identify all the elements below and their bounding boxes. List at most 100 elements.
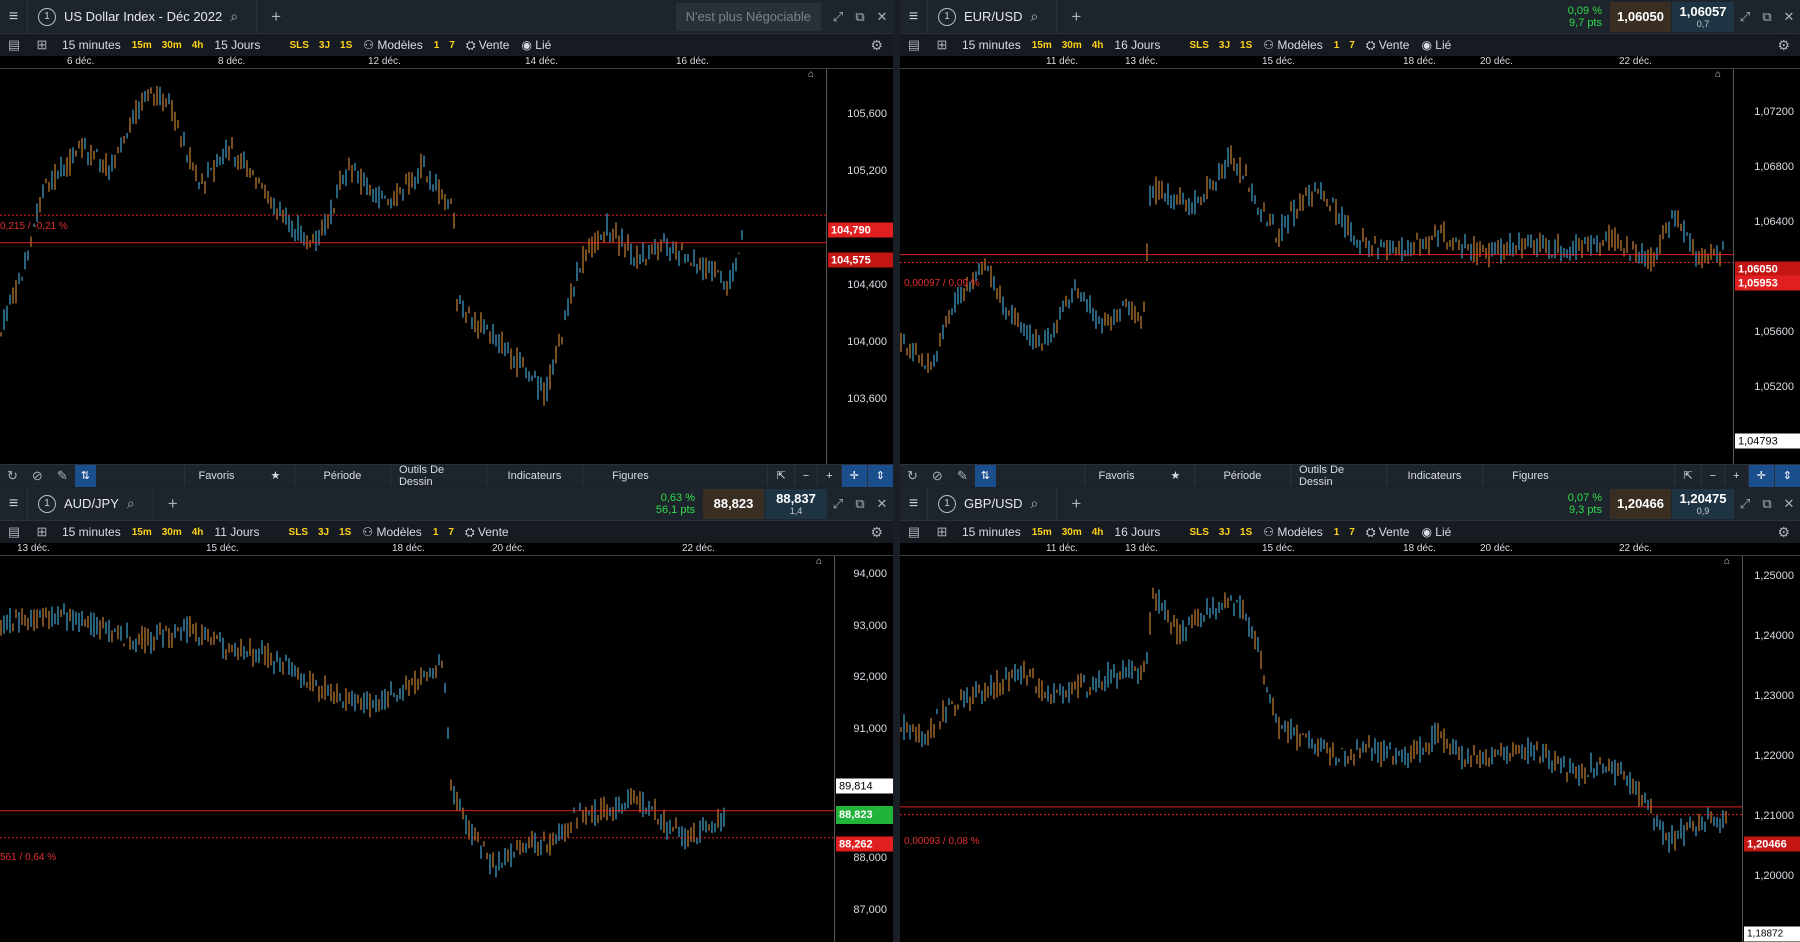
refresh-icon[interactable]: ↻ [0, 468, 25, 484]
sell-tool-button[interactable]: ⛭ Vente [460, 34, 516, 56]
popout-icon[interactable]: ⧉ [849, 9, 871, 25]
count-7[interactable]: 7 [444, 40, 460, 51]
crosshair-icon[interactable]: ✛ [840, 464, 867, 487]
fit-icon[interactable]: ⇕ [1773, 464, 1800, 487]
period-select[interactable]: 11 Jours [208, 521, 265, 543]
count-1[interactable]: 1 [429, 40, 445, 51]
close-icon[interactable]: ✕ [871, 9, 893, 25]
zoom-out-icon[interactable]: − [1700, 464, 1724, 487]
gear-icon[interactable]: ⚙ [860, 524, 893, 541]
quick-3j[interactable]: 3J [1214, 40, 1235, 51]
indicators-button[interactable]: Indicateurs [1385, 464, 1482, 487]
tf-15m[interactable]: 15m [1027, 527, 1057, 538]
grid-icon[interactable]: ⊞ [28, 37, 56, 53]
home-icon[interactable]: ⌂ [1715, 69, 1725, 80]
hide-icon[interactable]: ⊘ [925, 468, 950, 484]
period-button[interactable]: Période [293, 464, 390, 487]
menu-icon[interactable]: ≡ [900, 0, 928, 34]
pan-icon[interactable]: ⇱ [767, 464, 793, 487]
quick-3j[interactable]: 3J [313, 527, 334, 538]
buy-price-button[interactable]: 1,06057 0,7 [1672, 1, 1734, 32]
indicators-button[interactable]: Indicateurs [485, 464, 582, 487]
magnet-icon[interactable]: ⇅ [974, 464, 996, 487]
grid-icon[interactable]: ⊞ [28, 524, 56, 540]
pencil-icon[interactable]: ✎ [50, 468, 75, 484]
price-chart[interactable]: 0,00097 / 0,09 % ⌂ [900, 69, 1733, 464]
gear-icon[interactable]: ⚙ [860, 37, 893, 54]
zoom-in-icon[interactable]: + [1724, 464, 1747, 487]
tf-15m[interactable]: 15m [1027, 40, 1057, 51]
home-icon[interactable]: ⌂ [1724, 556, 1734, 567]
tf-15m[interactable]: 15m [127, 40, 157, 51]
interval-select[interactable]: 15 minutes [56, 521, 127, 543]
fit-icon[interactable]: ⇕ [866, 464, 893, 487]
period-select[interactable]: 16 Jours [1108, 521, 1166, 543]
link-button[interactable]: ◉ Lié [1415, 521, 1457, 543]
price-chart[interactable]: 0,215 / -0,21 % ⌂ [0, 69, 826, 464]
sell-tool-button[interactable]: ⛭ Vente [1360, 34, 1416, 56]
period-select[interactable]: 16 Jours [1108, 34, 1166, 56]
grid-icon[interactable]: ⊞ [928, 524, 956, 540]
plus-icon[interactable]: + [256, 0, 281, 34]
search-icon[interactable]: ⌕ [230, 8, 238, 25]
sell-price-button[interactable]: 1,20466 [1610, 488, 1672, 519]
price-chart[interactable]: 561 / 0,64 % ⌂ [0, 556, 834, 942]
sell-price-button[interactable]: 88,823 [703, 488, 765, 519]
models-button[interactable]: ⚇ Modèles [357, 34, 428, 56]
count-7[interactable]: 7 [1344, 40, 1360, 51]
count-7[interactable]: 7 [1344, 527, 1360, 538]
close-icon[interactable]: ✕ [1778, 9, 1800, 25]
menu-icon[interactable]: ≡ [0, 487, 28, 521]
tf-4h[interactable]: 4h [187, 527, 209, 538]
count-7[interactable]: 7 [443, 527, 459, 538]
favorites-button[interactable]: Favoris ★ [1083, 464, 1194, 487]
figures-button[interactable]: Figures [581, 464, 678, 487]
interval-select[interactable]: 15 minutes [956, 521, 1027, 543]
sell-tool-button[interactable]: ⛭ Vente [459, 521, 515, 543]
list-icon[interactable]: ▤ [0, 524, 28, 540]
period-button[interactable]: Période [1193, 464, 1290, 487]
instrument-name[interactable]: GBP/USD [964, 496, 1023, 511]
quick-1s[interactable]: 1S [1235, 40, 1257, 51]
zoom-out-icon[interactable]: − [793, 464, 817, 487]
gear-icon[interactable]: ⚙ [1767, 37, 1800, 54]
hide-icon[interactable]: ⊘ [25, 468, 50, 484]
list-icon[interactable]: ▤ [900, 524, 928, 540]
count-1[interactable]: 1 [428, 527, 444, 538]
expand-icon[interactable]: ⤢ [827, 9, 849, 25]
sell-price-button[interactable]: 1,06050 [1610, 1, 1672, 32]
period-select[interactable]: 15 Jours [208, 34, 266, 56]
list-icon[interactable]: ▤ [0, 37, 28, 53]
refresh-icon[interactable]: ↻ [900, 468, 925, 484]
quick-sls[interactable]: SLS [284, 40, 313, 51]
quick-1s[interactable]: 1S [334, 527, 356, 538]
plus-icon[interactable]: + [1056, 487, 1081, 521]
link-button[interactable]: ◉ Lié [515, 34, 557, 56]
instrument-name[interactable]: US Dollar Index - Déc 2022 [64, 9, 222, 24]
instrument-name[interactable]: AUD/JPY [64, 496, 119, 511]
home-icon[interactable]: ⌂ [816, 556, 826, 567]
tf-30m[interactable]: 30m [1057, 527, 1087, 538]
tf-30m[interactable]: 30m [157, 527, 187, 538]
expand-icon[interactable]: ⤢ [827, 496, 849, 512]
models-button[interactable]: ⚇ Modèles [1257, 521, 1328, 543]
popout-icon[interactable]: ⧉ [1756, 496, 1778, 512]
menu-icon[interactable]: ≡ [0, 0, 28, 34]
buy-price-button[interactable]: 88,837 1,4 [765, 488, 827, 519]
models-button[interactable]: ⚇ Modèles [356, 521, 427, 543]
search-icon[interactable]: ⌕ [127, 495, 135, 512]
count-1[interactable]: 1 [1329, 40, 1345, 51]
plus-icon[interactable]: + [152, 487, 178, 521]
draw-tools-button[interactable]: Outils De Dessin [1289, 464, 1386, 488]
quick-sls[interactable]: SLS [1184, 40, 1213, 51]
close-icon[interactable]: ✕ [871, 496, 893, 512]
pencil-icon[interactable]: ✎ [950, 468, 975, 484]
quick-1s[interactable]: 1S [1235, 527, 1257, 538]
search-icon[interactable]: ⌕ [1031, 495, 1039, 512]
figures-button[interactable]: Figures [1481, 464, 1578, 487]
popout-icon[interactable]: ⧉ [1756, 9, 1778, 25]
expand-icon[interactable]: ⤢ [1734, 496, 1756, 512]
magnet-icon[interactable]: ⇅ [74, 464, 96, 487]
home-icon[interactable]: ⌂ [808, 69, 818, 80]
pan-icon[interactable]: ⇱ [1674, 464, 1700, 487]
